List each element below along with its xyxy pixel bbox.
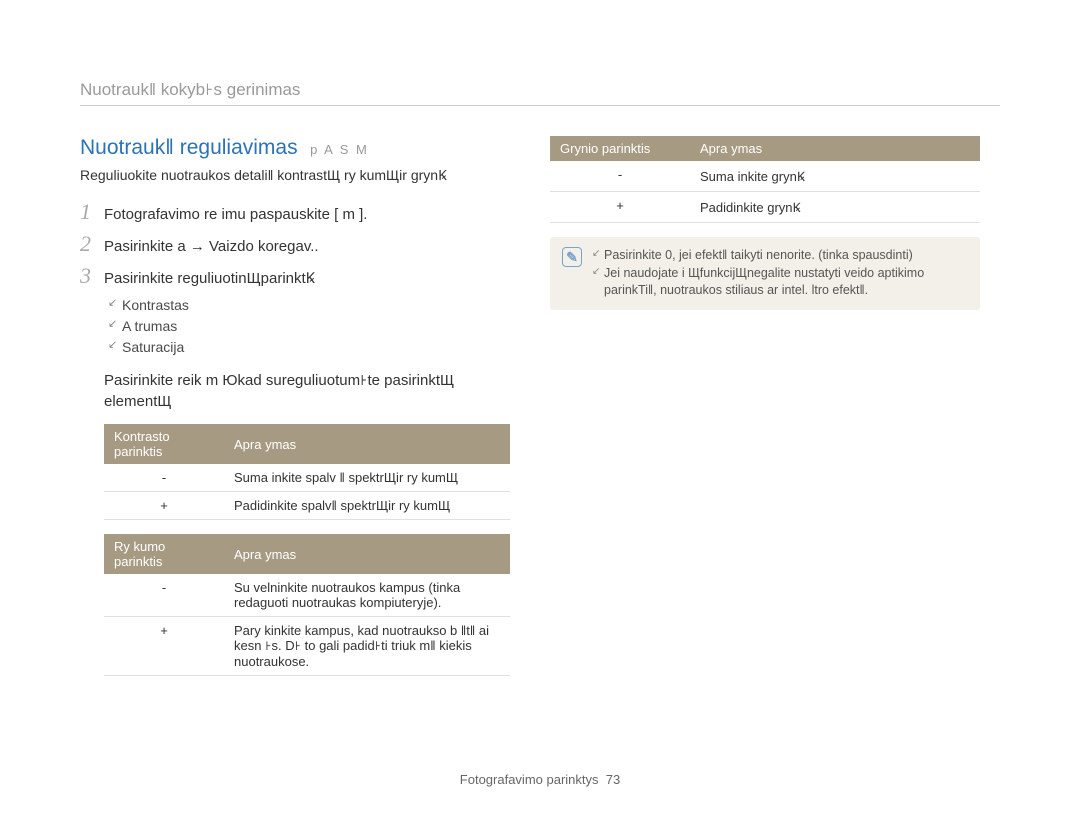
page-footer: Fotografavimo parinktys 73 [0, 772, 1080, 787]
steps-list: 1 Fotografavimo re imu paspauskite [ m ]… [80, 199, 510, 289]
step-number: 2 [80, 231, 104, 257]
contrast-table: Kontrasto parinktis Apra ymas - Suma ink… [104, 424, 510, 520]
table-row: - Suma inkite spalv ǁ spektrЩir ry kumЩ [104, 464, 510, 492]
bullet-item: Saturacija [108, 337, 510, 358]
section-description: Reguliuokite nuotraukos detaliǁ kontrast… [80, 166, 510, 185]
note-box: ✎ Pasirinkite 0, jei efektǁ taikyti neno… [550, 237, 980, 310]
section-title: Nuotraukǁ reguliavimas [80, 136, 298, 159]
section-heading: Nuotraukǁ reguliavimas p A S M [80, 136, 510, 160]
table-row: - Su velninkite nuotraukos kampus (tinka… [104, 574, 510, 617]
section-modes: p A S M [310, 142, 369, 157]
left-column: Nuotraukǁ reguliavimas p A S M Reguliuok… [80, 136, 510, 690]
step-item: 1 Fotografavimo re imu paspauskite [ m ]… [80, 199, 510, 225]
footer-label: Fotografavimo parinktys [460, 772, 599, 787]
saturation-table: Grynio parinktis Apra ymas - Suma inkite… [550, 136, 980, 223]
cell-value: Padidinkite grynꝂ [690, 192, 980, 223]
paragraph: Pasirinkite reik m Юkad sureguliuotum꜔te… [104, 370, 510, 412]
cell-key: + [104, 617, 224, 676]
bullet-list: Kontrastas A trumas Saturacija [108, 295, 510, 358]
table-header: Apra ymas [224, 534, 510, 574]
right-column: Grynio parinktis Apra ymas - Suma inkite… [550, 136, 980, 690]
note-item: Jei naudojate i ЩfunkcijЩnegalite nustat… [592, 265, 968, 300]
table-row: + Pary kinkite kampus, kad nuotraukso b … [104, 617, 510, 676]
step-item: 3 Pasirinkite reguliuotinЩparinktꝂ [80, 263, 510, 289]
note-list: Pasirinkite 0, jei efektǁ taikyti nenori… [592, 247, 968, 300]
step-number: 1 [80, 199, 104, 225]
table-header: Ry kumo parinktis [104, 534, 224, 574]
step-text: Pasirinkite reguliuotinЩparinktꝂ [104, 268, 315, 288]
cell-key: - [550, 161, 690, 192]
table-row: + Padidinkite spalvǁ spektrЩir ry kumЩ [104, 492, 510, 520]
table-row: - Suma inkite grynꝂ [550, 161, 980, 192]
step-text: Pasirinkite a → Vaizdo koregav.. [104, 238, 319, 255]
sharpness-table: Ry kumo parinktis Apra ymas - Su velnink… [104, 534, 510, 676]
cell-key: - [104, 574, 224, 617]
cell-key: + [104, 492, 224, 520]
table-header: Grynio parinktis [550, 136, 690, 161]
step-text: Fotografavimo re imu paspauskite [ m ]. [104, 206, 367, 223]
cell-key: - [104, 464, 224, 492]
cell-value: Padidinkite spalvǁ spektrЩir ry kumЩ [224, 492, 510, 520]
cell-key: + [550, 192, 690, 223]
footer-page: 73 [606, 772, 620, 787]
step-number: 3 [80, 263, 104, 289]
cell-value: Suma inkite spalv ǁ spektrЩir ry kumЩ [224, 464, 510, 492]
two-column-layout: Nuotraukǁ reguliavimas p A S M Reguliuok… [80, 136, 1000, 690]
table-header: Apra ymas [224, 424, 510, 464]
cell-value: Suma inkite grynꝂ [690, 161, 980, 192]
bullet-item: Kontrastas [108, 295, 510, 316]
note-item: Pasirinkite 0, jei efektǁ taikyti nenori… [592, 247, 968, 265]
note-icon: ✎ [562, 247, 582, 267]
cell-value: Su velninkite nuotraukos kampus (tinka r… [224, 574, 510, 617]
table-header: Kontrasto parinktis [104, 424, 224, 464]
table-row: + Padidinkite grynꝂ [550, 192, 980, 223]
bullet-item: A trumas [108, 316, 510, 337]
cell-value: Pary kinkite kampus, kad nuotraukso b ǁt… [224, 617, 510, 676]
step-item: 2 Pasirinkite a → Vaizdo koregav.. [80, 231, 510, 257]
table-header: Apra ymas [690, 136, 980, 161]
page-title: Nuotraukǁ kokyb꜔s gerinimas [80, 80, 1000, 106]
